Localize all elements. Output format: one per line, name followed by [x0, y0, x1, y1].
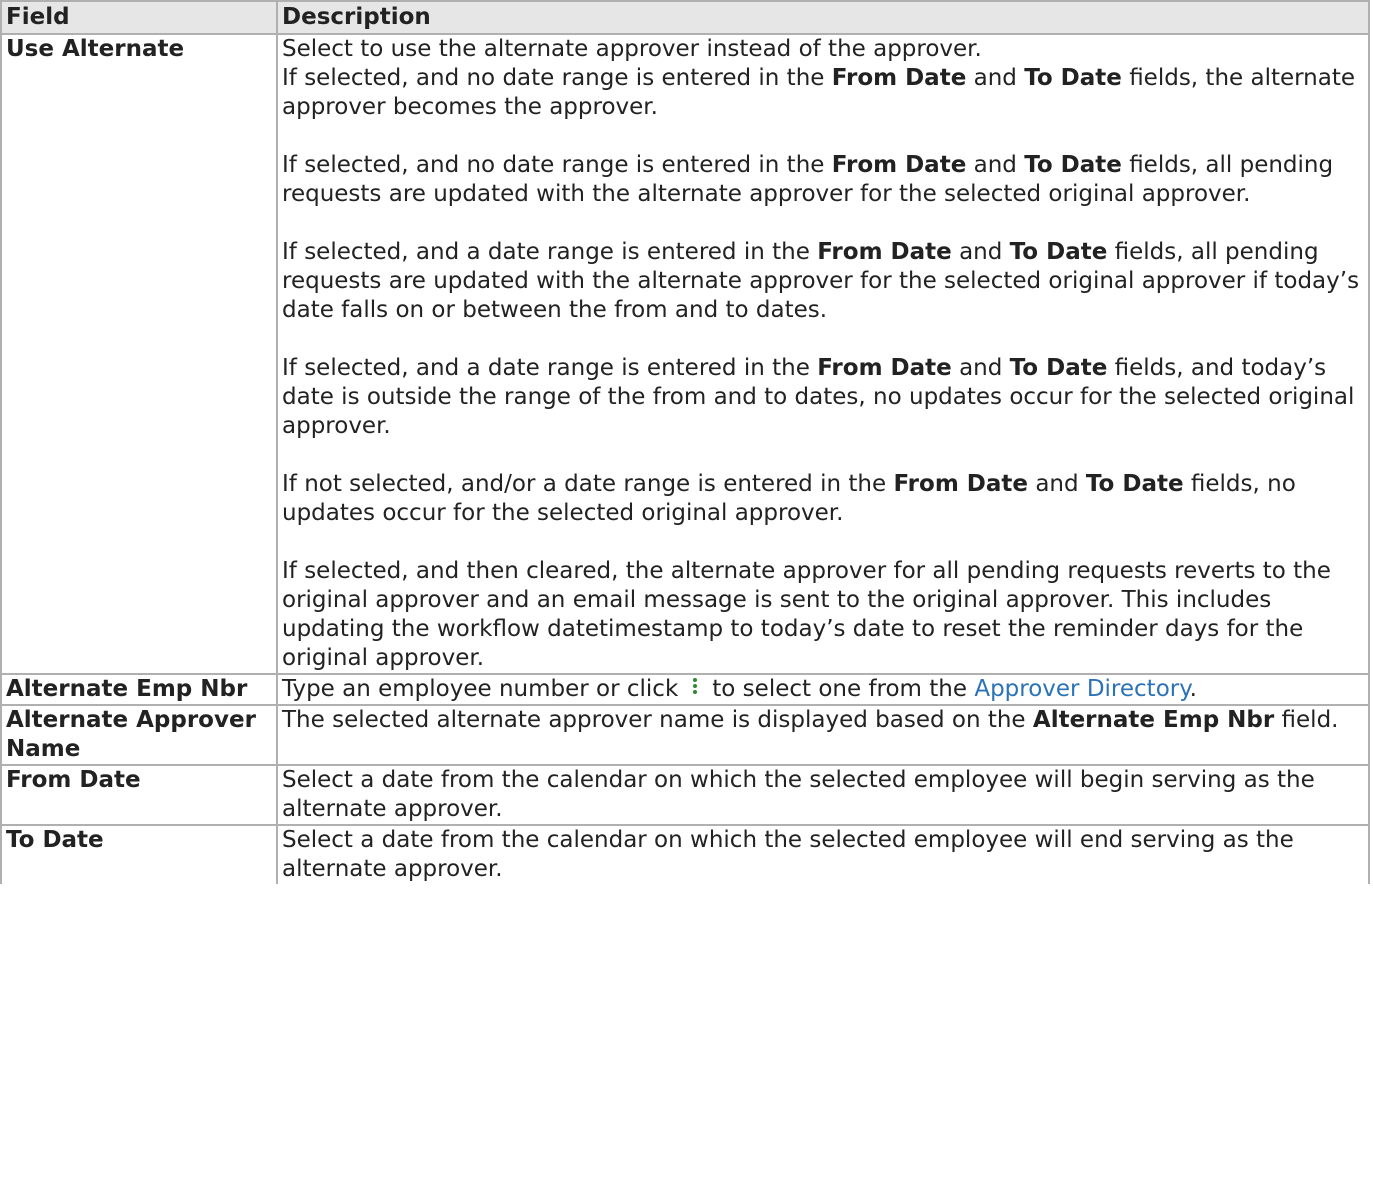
desc-text: Select to use the alternate approver ins… — [282, 36, 982, 62]
desc-paragraph: If selected, and a date range is entered… — [282, 238, 1364, 325]
bold-to-date: To Date — [1009, 239, 1108, 265]
desc-text: If selected, and no date range is entere… — [282, 152, 825, 178]
field-from-date: From Date — [0, 764, 278, 826]
desc-text: field. — [1281, 707, 1339, 733]
field-alternate-emp-nbr: Alternate Emp Nbr — [0, 673, 278, 706]
desc-paragraph: Select to use the alternate approver ins… — [282, 35, 1364, 122]
desc-text: If selected, and no date range is entere… — [282, 65, 825, 91]
table-row-alternate-emp-nbr: Alternate Emp Nbr Type an employee numbe… — [0, 673, 1370, 706]
table-row-alternate-approver-name: Alternate Approver Name The selected alt… — [0, 704, 1370, 766]
bold-to-date: To Date — [1009, 355, 1108, 381]
table-row-from-date: From Date Select a date from the calenda… — [0, 764, 1370, 826]
desc-text: The selected alternate approver name is … — [282, 707, 1026, 733]
bold-to-date: To Date — [1024, 152, 1122, 178]
desc-from-date: Select a date from the calendar on which… — [276, 764, 1370, 826]
desc-alternate-emp-nbr: Type an employee number or click to selec… — [276, 673, 1370, 706]
desc-text: and — [973, 152, 1017, 178]
desc-to-date: Select a date from the calendar on which… — [276, 824, 1370, 884]
desc-text: If selected, and a date range is entered… — [282, 355, 810, 381]
desc-text: If selected, and a date range is entered… — [282, 239, 810, 265]
approver-directory-link[interactable]: Approver Directory — [974, 676, 1189, 702]
desc-text: and — [973, 65, 1017, 91]
bold-from-date: From Date — [893, 471, 1029, 497]
table-header-row: Field Description — [0, 0, 1370, 35]
table-row-to-date: To Date Select a date from the calendar … — [0, 824, 1370, 884]
field-alternate-approver-name: Alternate Approver Name — [0, 704, 278, 766]
desc-text: and — [959, 239, 1003, 265]
bold-from-date: From Date — [817, 355, 952, 381]
desc-text: . — [1189, 676, 1197, 702]
bold-alternate-emp-nbr: Alternate Emp Nbr — [1032, 707, 1275, 733]
desc-text: and — [959, 355, 1003, 381]
desc-text: and — [1035, 471, 1079, 497]
bold-from-date: From Date — [817, 239, 952, 265]
vertical-dots-icon — [684, 676, 706, 698]
bold-from-date: From Date — [831, 152, 967, 178]
desc-text: Type an employee number or click — [282, 676, 679, 702]
desc-alternate-approver-name: The selected alternate approver name is … — [276, 704, 1370, 766]
field-to-date: To Date — [0, 824, 278, 884]
bold-to-date: To Date — [1085, 471, 1184, 497]
field-description-table: Field Description Use Alternate Select t… — [0, 0, 1370, 884]
desc-text: to select one from the — [712, 676, 968, 702]
desc-text: If not selected, and/or a date range is … — [282, 471, 887, 497]
header-description: Description — [276, 0, 1370, 35]
desc-use-alternate: Select to use the alternate approver ins… — [276, 33, 1370, 675]
desc-paragraph: If not selected, and/or a date range is … — [282, 470, 1364, 528]
header-field: Field — [0, 0, 278, 35]
table-row-use-alternate: Use Alternate Select to use the alternat… — [0, 33, 1370, 675]
desc-paragraph: If selected, and a date range is entered… — [282, 354, 1364, 441]
bold-to-date: To Date — [1024, 65, 1122, 91]
desc-paragraph: If selected, and then cleared, the alter… — [282, 558, 1331, 671]
bold-from-date: From Date — [831, 65, 967, 91]
field-use-alternate: Use Alternate — [0, 33, 278, 675]
desc-paragraph: If selected, and no date range is entere… — [282, 151, 1364, 209]
